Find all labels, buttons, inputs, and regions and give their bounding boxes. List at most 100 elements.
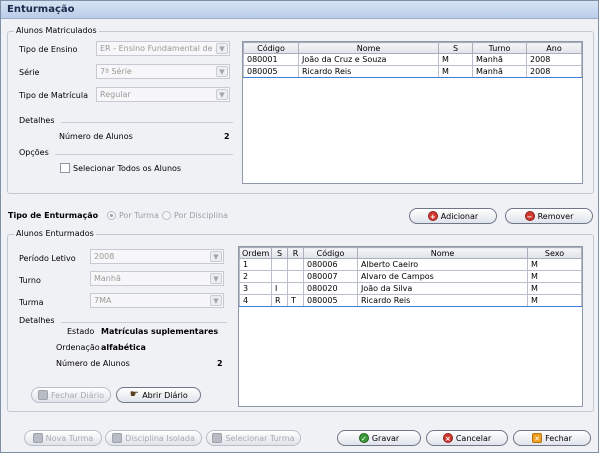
tipo-ensino-select[interactable]: ER - Ensino Fundamental de ... ▼	[96, 41, 230, 56]
assigned-students-table[interactable]: Ordem S R Código Nome Sexo 1 080006 Albe…	[238, 246, 583, 407]
column-header[interactable]: Turno	[472, 42, 527, 54]
cancelar-label: Cancelar	[455, 433, 492, 443]
cell: 080020	[303, 282, 358, 295]
book-icon	[32, 433, 43, 443]
cancelar-button[interactable]: × Cancelar	[426, 430, 508, 446]
cell	[287, 282, 304, 295]
chevron-down-icon[interactable]: ▼	[216, 43, 228, 54]
cell: M	[527, 294, 582, 307]
cell: 1	[239, 258, 272, 271]
cell: 080006	[303, 258, 358, 271]
enrolled-group-label: Alunos Matriculados	[14, 26, 99, 35]
selecionar-turma-button[interactable]: Selecionar Turma	[206, 430, 301, 446]
assigned-details-label: Detalhes	[19, 316, 55, 325]
cell: João da Silva	[357, 282, 528, 295]
column-header[interactable]: R	[287, 247, 304, 259]
tipo-matricula-select[interactable]: Regular ▼	[96, 87, 230, 102]
adicionar-button[interactable]: + Adicionar	[409, 208, 497, 224]
table-row[interactable]: 1 080006 Alberto Caeiro M	[239, 258, 582, 271]
table-row[interactable]: 080005 Ricardo Reis M Manhã 2008	[243, 65, 582, 78]
column-header[interactable]: Código	[303, 247, 358, 259]
periodo-value: 2008	[94, 252, 115, 261]
table-header-row: Código Nome S Turno Ano	[243, 42, 582, 54]
chevron-down-icon[interactable]: ▼	[216, 66, 228, 77]
cell: Ricardo Reis	[298, 65, 439, 78]
turno-value: Manhã	[94, 274, 121, 283]
select-all-checkbox[interactable]	[60, 163, 70, 173]
chevron-down-icon[interactable]: ▼	[210, 273, 222, 284]
cell: 2008	[526, 53, 582, 66]
details-separator	[61, 122, 233, 123]
disciplina-isolada-label: Disciplina Isolada	[125, 433, 195, 443]
cell: T	[287, 294, 304, 307]
por-disciplina-radio[interactable]	[162, 211, 171, 220]
table-row[interactable]: 4 R T 080005 Ricardo Reis M	[239, 294, 582, 307]
column-header[interactable]: Ano	[526, 42, 582, 54]
enrolled-count-label: Número de Alunos	[59, 132, 133, 141]
column-header[interactable]: Nome	[298, 42, 439, 54]
adicionar-label: Adicionar	[440, 211, 479, 221]
cancel-icon: ×	[442, 433, 453, 443]
fechar-diario-button[interactable]: Fechar Diário	[31, 387, 111, 403]
chevron-down-icon[interactable]: ▼	[210, 251, 222, 262]
periodo-select[interactable]: 2008 ▼	[90, 249, 224, 264]
table-row[interactable]: 3 I 080020 João da Silva M	[239, 282, 582, 295]
enrolled-count-value: 2	[224, 132, 230, 141]
chevron-down-icon[interactable]: ▼	[216, 89, 228, 100]
assigned-count-value: 2	[217, 359, 223, 368]
cell: M	[527, 270, 582, 283]
turma-value: 7MA	[94, 296, 112, 305]
column-header[interactable]: S	[438, 42, 473, 54]
serie-select[interactable]: 7ª Série ▼	[96, 64, 230, 79]
table-row[interactable]: 080001 João da Cruz e Souza M Manhã 2008	[243, 53, 582, 66]
table-row[interactable]: 2 080007 Alvaro de Campos M	[239, 270, 582, 283]
cell: Alberto Caeiro	[357, 258, 528, 271]
periodo-label: Período Letivo	[19, 254, 76, 263]
cell: 080005	[243, 65, 299, 78]
title-bar: Enturmação	[1, 1, 598, 19]
por-turma-label[interactable]: Por Turma	[119, 211, 159, 220]
cell: Manhã	[472, 53, 527, 66]
column-header[interactable]: Nome	[357, 247, 528, 259]
disciplina-isolada-button[interactable]: Disciplina Isolada	[105, 430, 202, 446]
remover-button[interactable]: − Remover	[505, 208, 593, 224]
cell: M	[438, 65, 473, 78]
cell	[271, 270, 288, 283]
cell: Manhã	[472, 65, 527, 78]
tipo-matricula-value: Regular	[100, 90, 131, 99]
column-header[interactable]: Ordem	[239, 247, 272, 259]
book-icon	[212, 433, 223, 443]
cell	[287, 258, 304, 271]
enrolled-students-table[interactable]: Código Nome S Turno Ano 080001 João da C…	[242, 41, 583, 184]
fechar-label: Fechar	[545, 433, 572, 443]
remove-circle-icon: −	[524, 211, 535, 221]
ordenacao-label: Ordenação	[56, 343, 100, 352]
turma-select[interactable]: 7MA ▼	[90, 293, 224, 308]
enturmacao-window: Enturmação Alunos Matriculados Tipo de E…	[0, 0, 599, 453]
select-all-label[interactable]: Selecionar Todos os Alunos	[73, 164, 181, 173]
por-turma-radio[interactable]	[107, 211, 116, 220]
assigned-group-label: Alunos Enturmados	[14, 229, 96, 238]
fechar-diario-label: Fechar Diário	[51, 390, 104, 400]
column-header[interactable]: Sexo	[527, 247, 582, 259]
fechar-button[interactable]: ✕ Fechar	[513, 430, 591, 446]
options-separator	[55, 154, 233, 155]
close-icon: ✕	[532, 433, 543, 443]
assigned-count-label: Número de Alunos	[56, 359, 130, 368]
add-circle-icon: +	[427, 211, 438, 221]
column-header[interactable]: Código	[243, 42, 299, 54]
por-disciplina-label[interactable]: Por Disciplina	[174, 211, 228, 220]
tipo-ensino-value: ER - Ensino Fundamental de ...	[100, 44, 223, 53]
gravar-button[interactable]: ✓ Gravar	[337, 430, 421, 446]
cell: 080007	[303, 270, 358, 283]
turno-select[interactable]: Manhã ▼	[90, 271, 224, 286]
estado-label: Estado	[67, 327, 95, 336]
chevron-down-icon[interactable]: ▼	[210, 295, 222, 306]
book-icon	[38, 390, 48, 400]
nova-turma-button[interactable]: Nova Turma	[24, 430, 102, 446]
selecionar-turma-label: Selecionar Turma	[225, 433, 295, 443]
cell: 2008	[526, 65, 582, 78]
column-header[interactable]: S	[271, 247, 288, 259]
cell: 080005	[303, 294, 358, 307]
abrir-diario-button[interactable]: ☛ Abrir Diário	[116, 387, 201, 403]
